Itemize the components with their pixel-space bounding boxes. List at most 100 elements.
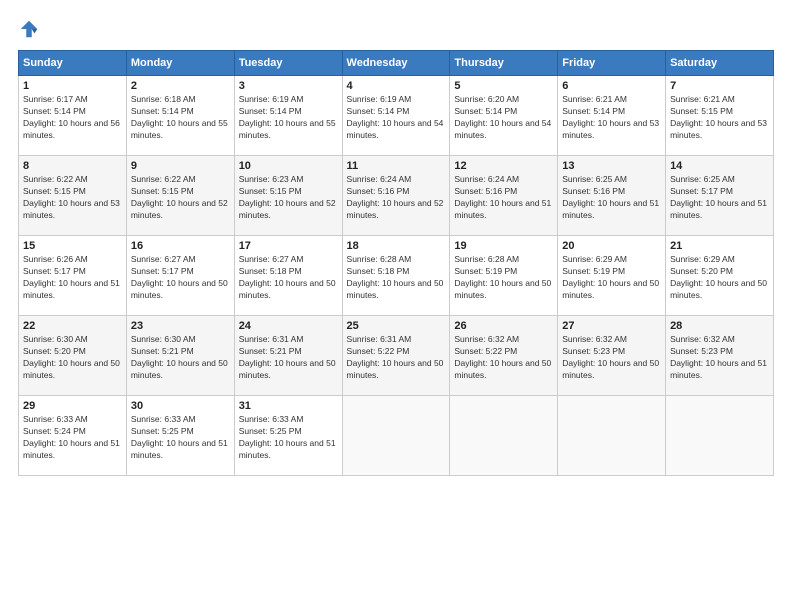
day-info: Sunrise: 6:32 AMSunset: 5:22 PMDaylight:…: [454, 334, 553, 382]
day-info: Sunrise: 6:24 AMSunset: 5:16 PMDaylight:…: [454, 174, 553, 222]
day-number: 29: [23, 400, 122, 412]
weekday-header-cell: Wednesday: [342, 51, 450, 76]
day-info: Sunrise: 6:33 AMSunset: 5:25 PMDaylight:…: [131, 414, 230, 462]
calendar-cell: 3 Sunrise: 6:19 AMSunset: 5:14 PMDaylight…: [234, 76, 342, 156]
day-number: 5: [454, 80, 553, 92]
day-number: 3: [239, 80, 338, 92]
day-number: 27: [562, 320, 661, 332]
day-info: Sunrise: 6:27 AMSunset: 5:18 PMDaylight:…: [239, 254, 338, 302]
weekday-header-cell: Saturday: [666, 51, 774, 76]
weekday-header-cell: Thursday: [450, 51, 558, 76]
day-info: Sunrise: 6:31 AMSunset: 5:21 PMDaylight:…: [239, 334, 338, 382]
calendar-cell: 20Sunrise: 6:29 AMSunset: 5:19 PMDayligh…: [558, 236, 666, 316]
day-number: 6: [562, 80, 661, 92]
day-number: 15: [23, 240, 122, 252]
calendar-cell: 18Sunrise: 6:28 AMSunset: 5:18 PMDayligh…: [342, 236, 450, 316]
calendar-week-row: 1Sunrise: 6:17 AMSunset: 5:14 PMDaylight…: [19, 76, 774, 156]
day-number: 30: [131, 400, 230, 412]
calendar-cell: 7Sunrise: 6:21 AMSunset: 5:15 PMDaylight…: [666, 76, 774, 156]
day-info: Sunrise: 6:25 AMSunset: 5:16 PMDaylight:…: [562, 174, 661, 222]
calendar-cell: 12 Sunrise: 6:24 AMSunset: 5:16 PMDayligh…: [450, 156, 558, 236]
day-info: Sunrise: 6:33 AMSunset: 5:25 PMDaylight:…: [239, 414, 338, 462]
calendar-cell: 13 Sunrise: 6:25 AMSunset: 5:16 PMDayligh…: [558, 156, 666, 236]
day-number: 13: [562, 160, 661, 172]
day-info: Sunrise: 6:28 AMSunset: 5:19 PMDaylight:…: [454, 254, 553, 302]
calendar-cell: 21 Sunrise: 6:29 AMSunset: 5:20 PMDayligh…: [666, 236, 774, 316]
calendar-cell: 11 Sunrise: 6:24 AMSunset: 5:16 PMDayligh…: [342, 156, 450, 236]
day-number: 4: [347, 80, 446, 92]
header: [18, 18, 774, 40]
day-info: Sunrise: 6:27 AMSunset: 5:17 PMDaylight:…: [131, 254, 230, 302]
calendar-cell: 30 Sunrise: 6:33 AMSunset: 5:25 PMDayligh…: [126, 396, 234, 476]
day-info: Sunrise: 6:23 AMSunset: 5:15 PMDaylight:…: [239, 174, 338, 222]
calendar-cell: 31 Sunrise: 6:33 AMSunset: 5:25 PMDayligh…: [234, 396, 342, 476]
day-info: Sunrise: 6:29 AMSunset: 5:20 PMDaylight:…: [670, 254, 769, 302]
calendar-week-row: 8 Sunrise: 6:22 AMSunset: 5:15 PMDaylight…: [19, 156, 774, 236]
page: SundayMondayTuesdayWednesdayThursdayFrid…: [0, 0, 792, 612]
day-info: Sunrise: 6:21 AMSunset: 5:14 PMDaylight:…: [562, 94, 661, 142]
day-info: Sunrise: 6:25 AMSunset: 5:17 PMDaylight:…: [670, 174, 769, 222]
day-number: 21: [670, 240, 769, 252]
calendar-week-row: 15 Sunrise: 6:26 AMSunset: 5:17 PMDayligh…: [19, 236, 774, 316]
day-number: 22: [23, 320, 122, 332]
day-number: 25: [347, 320, 446, 332]
day-number: 20: [562, 240, 661, 252]
calendar-cell: 14 Sunrise: 6:25 AMSunset: 5:17 PMDayligh…: [666, 156, 774, 236]
day-number: 24: [239, 320, 338, 332]
day-number: 11: [347, 160, 446, 172]
calendar-cell: 16Sunrise: 6:27 AMSunset: 5:17 PMDayligh…: [126, 236, 234, 316]
day-info: Sunrise: 6:30 AMSunset: 5:21 PMDaylight:…: [131, 334, 230, 382]
day-number: 19: [454, 240, 553, 252]
calendar-cell: 9Sunrise: 6:22 AMSunset: 5:15 PMDaylight…: [126, 156, 234, 236]
day-number: 31: [239, 400, 338, 412]
day-info: Sunrise: 6:19 AMSunset: 5:14 PMDaylight:…: [239, 94, 338, 142]
day-number: 2: [131, 80, 230, 92]
weekday-header-cell: Sunday: [19, 51, 127, 76]
logo-area: [18, 18, 44, 40]
day-info: Sunrise: 6:30 AMSunset: 5:20 PMDaylight:…: [23, 334, 122, 382]
calendar-cell: 19 Sunrise: 6:28 AMSunset: 5:19 PMDayligh…: [450, 236, 558, 316]
day-info: Sunrise: 6:21 AMSunset: 5:15 PMDaylight:…: [670, 94, 769, 142]
calendar-week-row: 22 Sunrise: 6:30 AMSunset: 5:20 PMDayligh…: [19, 316, 774, 396]
day-info: Sunrise: 6:31 AMSunset: 5:22 PMDaylight:…: [347, 334, 446, 382]
day-info: Sunrise: 6:26 AMSunset: 5:17 PMDaylight:…: [23, 254, 122, 302]
day-number: 12: [454, 160, 553, 172]
calendar-cell: 15 Sunrise: 6:26 AMSunset: 5:17 PMDayligh…: [19, 236, 127, 316]
day-number: 8: [23, 160, 122, 172]
calendar-week-row: 29 Sunrise: 6:33 AMSunset: 5:24 PMDayligh…: [19, 396, 774, 476]
day-number: 23: [131, 320, 230, 332]
day-info: Sunrise: 6:28 AMSunset: 5:18 PMDaylight:…: [347, 254, 446, 302]
calendar-cell: 4Sunrise: 6:19 AMSunset: 5:14 PMDaylight…: [342, 76, 450, 156]
day-info: Sunrise: 6:24 AMSunset: 5:16 PMDaylight:…: [347, 174, 446, 222]
day-number: 10: [239, 160, 338, 172]
day-info: Sunrise: 6:32 AMSunset: 5:23 PMDaylight:…: [670, 334, 769, 382]
day-number: 26: [454, 320, 553, 332]
weekday-header-cell: Friday: [558, 51, 666, 76]
day-info: Sunrise: 6:22 AMSunset: 5:15 PMDaylight:…: [131, 174, 230, 222]
logo-icon: [18, 18, 40, 40]
day-info: Sunrise: 6:32 AMSunset: 5:23 PMDaylight:…: [562, 334, 661, 382]
calendar-cell: 17 Sunrise: 6:27 AMSunset: 5:18 PMDayligh…: [234, 236, 342, 316]
day-number: 17: [239, 240, 338, 252]
day-info: Sunrise: 6:18 AMSunset: 5:14 PMDaylight:…: [131, 94, 230, 142]
calendar-cell: 22 Sunrise: 6:30 AMSunset: 5:20 PMDayligh…: [19, 316, 127, 396]
day-info: Sunrise: 6:33 AMSunset: 5:24 PMDaylight:…: [23, 414, 122, 462]
calendar-cell: 1Sunrise: 6:17 AMSunset: 5:14 PMDaylight…: [19, 76, 127, 156]
day-info: Sunrise: 6:22 AMSunset: 5:15 PMDaylight:…: [23, 174, 122, 222]
day-info: Sunrise: 6:20 AMSunset: 5:14 PMDaylight:…: [454, 94, 553, 142]
day-number: 1: [23, 80, 122, 92]
calendar-cell: 24 Sunrise: 6:31 AMSunset: 5:21 PMDayligh…: [234, 316, 342, 396]
calendar-table: SundayMondayTuesdayWednesdayThursdayFrid…: [18, 50, 774, 476]
day-number: 28: [670, 320, 769, 332]
calendar-cell: 2 Sunrise: 6:18 AMSunset: 5:14 PMDaylight…: [126, 76, 234, 156]
calendar-cell: 6 Sunrise: 6:21 AMSunset: 5:14 PMDaylight…: [558, 76, 666, 156]
calendar-cell: 8 Sunrise: 6:22 AMSunset: 5:15 PMDaylight…: [19, 156, 127, 236]
day-number: 14: [670, 160, 769, 172]
weekday-header-cell: Tuesday: [234, 51, 342, 76]
calendar-cell: [450, 396, 558, 476]
calendar-cell: [558, 396, 666, 476]
calendar-cell: 23 Sunrise: 6:30 AMSunset: 5:21 PMDayligh…: [126, 316, 234, 396]
calendar-cell: 5 Sunrise: 6:20 AMSunset: 5:14 PMDaylight…: [450, 76, 558, 156]
calendar-cell: 25 Sunrise: 6:31 AMSunset: 5:22 PMDayligh…: [342, 316, 450, 396]
calendar-cell: [342, 396, 450, 476]
